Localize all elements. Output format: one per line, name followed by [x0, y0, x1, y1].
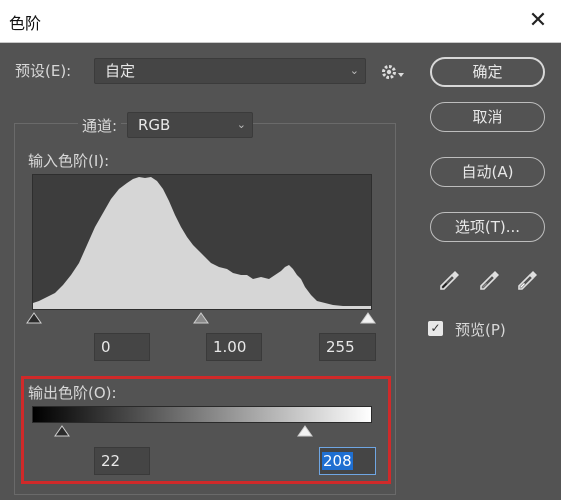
options-button[interactable]: 选项(T)...: [430, 212, 545, 242]
channel-value: RGB: [138, 116, 171, 134]
preview-checkbox[interactable]: ✓: [428, 321, 443, 336]
chevron-down-icon: ⌄: [349, 64, 359, 77]
ok-button[interactable]: 确定: [430, 57, 545, 87]
histogram-graph: [33, 177, 371, 309]
auto-button[interactable]: 自动(A): [430, 157, 545, 187]
preset-label: 预设(E):: [15, 62, 72, 80]
input-white-field[interactable]: 255: [319, 333, 376, 361]
cancel-button[interactable]: 取消: [430, 102, 545, 132]
preset-value: 自定: [105, 62, 136, 80]
chevron-down-icon: ⌄: [236, 118, 246, 131]
gray-eyedropper-icon[interactable]: [476, 268, 502, 294]
preset-dropdown[interactable]: 自定 ⌄: [94, 58, 366, 84]
dialog-title: 色阶: [9, 14, 42, 33]
input-black-slider: [26, 312, 42, 324]
input-black-field[interactable]: 0: [94, 333, 150, 361]
white-eyedropper-icon[interactable]: [514, 268, 540, 294]
input-slider-track[interactable]: [24, 311, 380, 327]
input-white-slider: [360, 312, 376, 324]
histogram: [32, 174, 372, 310]
gear-icon[interactable]: [380, 62, 406, 82]
highlight-frame: [21, 376, 391, 484]
input-gamma-field[interactable]: 1.00: [206, 333, 262, 361]
input-gamma-slider: [193, 312, 209, 324]
input-levels-label: 输入色阶(I):: [28, 152, 110, 170]
input-gamma-value: 1.00: [213, 338, 247, 356]
input-black-value: 0: [101, 338, 111, 356]
title-bar: 色阶 ✕: [0, 0, 561, 43]
preview-label: 预览(P): [455, 321, 506, 339]
input-white-value: 255: [326, 338, 355, 356]
black-eyedropper-icon[interactable]: [436, 268, 462, 294]
channel-dropdown[interactable]: RGB ⌄: [127, 112, 253, 138]
channel-label: 通道:: [78, 115, 122, 136]
close-icon[interactable]: ✕: [523, 6, 553, 36]
